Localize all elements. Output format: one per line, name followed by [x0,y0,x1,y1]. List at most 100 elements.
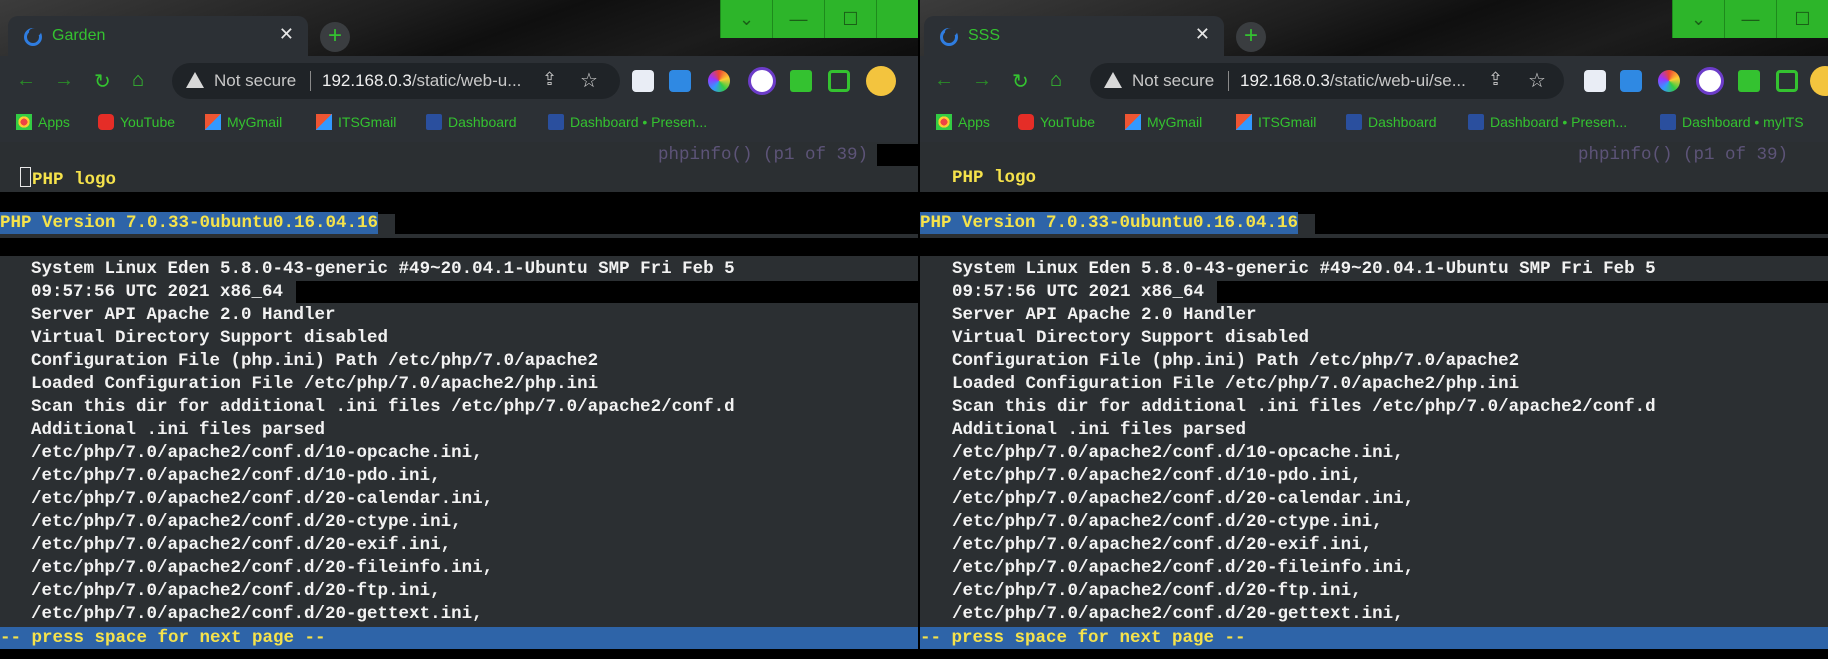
url-text[interactable]: 192.168.0.3/static/web-ui/se... [1240,71,1466,91]
title-bar: SSS ✕ + ⌄ — ☐ [920,0,1828,56]
url-text[interactable]: 192.168.0.3/static/web-u... [322,71,521,91]
pager-status-line: -- press space for next page -- [920,627,1828,649]
terminal: phpinfo() (p1 of 39) PHP logo PHP Versio… [920,142,1828,659]
bookmark-mygmail[interactable]: MyGmail [205,114,282,130]
terminal-cursor [20,167,31,187]
youtube-icon [1018,114,1034,130]
home-icon[interactable]: ⌂ [132,69,144,92]
side-panel-icon[interactable] [1776,70,1798,92]
bookmark-youtube[interactable]: YouTube [98,114,175,130]
pager-status-line: -- press space for next page -- [0,627,918,649]
tab-search-button[interactable]: ⌄ [1672,0,1724,38]
bookmark-youtube[interactable]: YouTube [1018,114,1095,130]
line-fill [1217,281,1828,303]
info-line: /etc/php/7.0/apache2/conf.d/20-fileinfo.… [952,558,1415,578]
pager-header-fill [877,144,918,166]
extension-fi-icon[interactable] [1620,70,1642,92]
extension-fi-icon[interactable] [669,70,691,92]
address-bar[interactable]: Not secure 192.168.0.3/static/web-u... ⇪… [172,63,620,99]
bookmark-dashboard-myits[interactable]: Dashboard • myITS [1660,114,1804,130]
info-line: /etc/php/7.0/apache2/conf.d/20-ftp.ini, [31,581,441,601]
tab-close-icon[interactable]: ✕ [279,24,294,45]
share-icon[interactable]: ⇪ [542,69,557,90]
home-icon[interactable]: ⌂ [1050,69,1062,92]
reload-favicon-icon [24,28,42,46]
info-line: Additional .ini files parsed [952,420,1247,440]
profile-extension-icon[interactable] [748,67,776,95]
version-line-fill [395,212,918,234]
bookmark-itsgmail[interactable]: ITSGmail [1236,114,1316,130]
reading-list-icon[interactable] [1584,70,1606,92]
bookmark-mygmail[interactable]: MyGmail [1125,114,1202,130]
maximize-button[interactable]: ☐ [824,0,876,38]
share-icon[interactable]: ⇪ [1488,69,1503,90]
avatar[interactable] [866,66,896,96]
info-line: Loaded Configuration File /etc/php/7.0/a… [31,374,599,394]
back-icon[interactable]: ← [934,69,954,92]
info-line: 09:57:56 UTC 2021 x86_64 [952,282,1205,302]
minimize-button[interactable]: — [772,0,824,38]
title-bar: Garden ✕ + ⌄ — ☐ [0,0,918,56]
info-line: /etc/php/7.0/apache2/conf.d/20-calendar.… [31,489,494,509]
gmail-icon [316,114,332,130]
bookmark-dashboard-presen[interactable]: Dashboard • Presen... [1468,114,1627,130]
maximize-button[interactable]: ☐ [1776,0,1828,38]
forward-icon[interactable]: → [54,69,74,92]
info-line: Loaded Configuration File /etc/php/7.0/a… [952,374,1520,394]
tab-title: SSS [968,27,1001,44]
its-logo-icon [426,114,442,130]
info-line: Additional .ini files parsed [31,420,326,440]
color-extension-icon[interactable] [1658,70,1680,92]
apps-grid-icon [936,114,952,130]
bookmark-star-icon[interactable]: ☆ [1528,68,1546,93]
bookmark-apps[interactable]: Apps [936,114,990,130]
avatar[interactable] [1810,66,1828,96]
not-secure-label: Not secure [1132,71,1215,90]
new-tab-button[interactable]: + [320,22,350,52]
info-line: 09:57:56 UTC 2021 x86_64 [31,282,284,302]
reload-icon[interactable]: ↻ [94,69,111,94]
extensions-puzzle-icon[interactable] [1738,70,1760,92]
bookmark-apps[interactable]: Apps [16,114,70,130]
profile-extension-icon[interactable] [1696,67,1724,95]
info-line: /etc/php/7.0/apache2/conf.d/20-exif.ini, [952,535,1373,555]
new-tab-button[interactable]: + [1236,22,1266,52]
tab-search-button[interactable]: ⌄ [720,0,772,38]
reading-list-icon[interactable] [632,70,654,92]
gmail-icon [1236,114,1252,130]
side-panel-icon[interactable] [828,70,850,92]
info-line: /etc/php/7.0/apache2/conf.d/20-fileinfo.… [31,558,494,578]
tab-title: Garden [52,27,106,44]
forward-icon[interactable]: → [972,69,992,92]
tab-garden[interactable]: Garden ✕ [8,16,308,56]
info-line: Virtual Directory Support disabled [31,328,389,348]
bookmark-dashboard[interactable]: Dashboard [1346,114,1437,130]
back-icon[interactable]: ← [16,69,36,92]
color-extension-icon[interactable] [708,70,730,92]
divider [1228,71,1229,91]
bottom-bar [0,649,918,659]
bookmark-dashboard-presen[interactable]: Dashboard • Presen... [548,114,707,130]
reload-icon[interactable]: ↻ [1012,69,1029,94]
info-line: /etc/php/7.0/apache2/conf.d/20-gettext.i… [952,604,1404,624]
toolbar: ← → ↻ ⌂ Not secure 192.168.0.3/static/we… [920,56,1828,106]
bookmark-itsgmail[interactable]: ITSGmail [316,114,396,130]
php-logo-line: PHP logo [20,167,116,190]
info-line: System Linux Eden 5.8.0-43-generic #49~2… [31,259,735,279]
apps-grid-icon [16,114,32,130]
info-line: Server API Apache 2.0 Handler [952,305,1257,325]
minimize-button[interactable]: — [1724,0,1776,38]
info-line: Server API Apache 2.0 Handler [31,305,336,325]
address-bar[interactable]: Not secure 192.168.0.3/static/web-ui/se.… [1090,63,1564,99]
tab-sss[interactable]: SSS ✕ [924,16,1224,56]
info-line: Scan this dir for additional .ini files … [31,397,735,417]
bookmark-star-icon[interactable]: ☆ [580,68,598,93]
its-logo-icon [548,114,564,130]
info-line: Scan this dir for additional .ini files … [952,397,1656,417]
gmail-icon [205,114,221,130]
close-window-button[interactable] [876,0,918,38]
bookmark-dashboard[interactable]: Dashboard [426,114,517,130]
extensions-puzzle-icon[interactable] [790,70,812,92]
tab-close-icon[interactable]: ✕ [1195,24,1210,45]
line-fill [296,281,918,303]
